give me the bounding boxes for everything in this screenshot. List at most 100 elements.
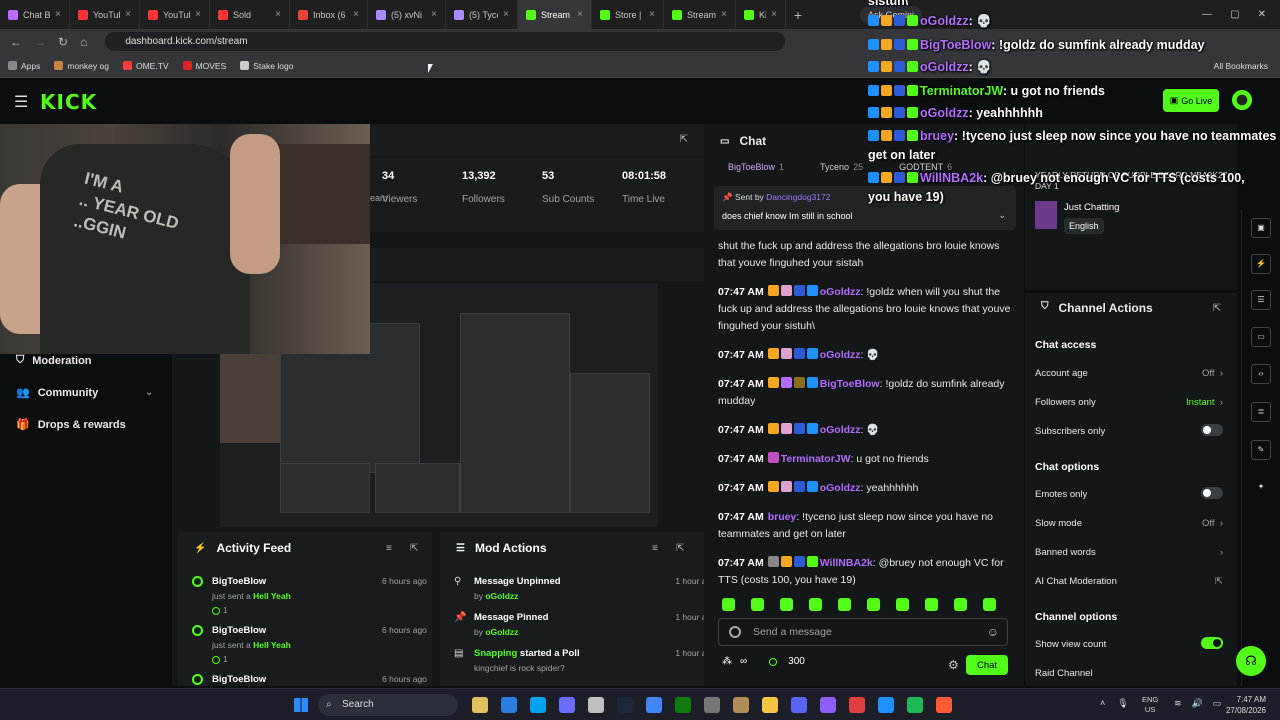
popout-icon[interactable]: ⇱	[410, 543, 418, 554]
close-icon[interactable]: ×	[721, 9, 727, 20]
bookmark-item[interactable]: monkey og	[54, 61, 109, 71]
microphone-icon[interactable]: 🎙	[1117, 698, 1128, 709]
taskbar-app-icon[interactable]	[907, 697, 923, 713]
emote-icon[interactable]	[954, 598, 967, 611]
sidebar-item-community[interactable]: 👥 Community	[16, 386, 98, 400]
message-username[interactable]: oGoldzz	[820, 349, 861, 361]
taskbar-app-icon[interactable]	[675, 697, 691, 713]
emote-icon[interactable]	[722, 598, 735, 611]
emote-icon[interactable]	[925, 598, 938, 611]
message-username[interactable]: TerminatorJW	[781, 453, 851, 465]
taskbar-app-icon[interactable]	[530, 697, 546, 713]
mod-action-actor[interactable]: oGoldzz	[485, 627, 518, 637]
filter-icon[interactable]: ≡	[386, 543, 392, 554]
emote-icon[interactable]	[867, 598, 880, 611]
message-username[interactable]: oGoldzz	[820, 482, 861, 494]
close-icon[interactable]: ×	[275, 9, 281, 20]
url-field[interactable]: dashboard.kick.com/stream	[105, 32, 786, 51]
chat-top-user[interactable]: BigToeBlow 1	[728, 162, 784, 172]
bookmark-item[interactable]: Stake logo	[240, 61, 293, 71]
taskbar-app-icon[interactable]	[501, 697, 517, 713]
popout-icon[interactable]: ⇱	[1213, 303, 1221, 314]
layout-icon[interactable]: ▣	[1251, 218, 1271, 238]
volume-icon[interactable]: 🔊	[1192, 698, 1203, 709]
subscribers-only-toggle[interactable]	[1201, 424, 1223, 436]
close-icon[interactable]: ×	[195, 9, 201, 20]
back-icon[interactable]: ←	[10, 35, 22, 49]
forward-icon[interactable]: →	[34, 35, 46, 49]
emote-icon[interactable]	[896, 598, 909, 611]
taskbar-app-icon[interactable]	[762, 697, 778, 713]
taskbar-app-icon[interactable]	[646, 697, 662, 713]
taskbar-app-icon[interactable]	[936, 697, 952, 713]
sent-by-user[interactable]: Dancingdog3172	[766, 192, 830, 202]
hamburger-menu-icon[interactable]: ☰	[14, 92, 40, 112]
followers-only-row[interactable]: Followers only Instant ›	[1035, 397, 1223, 408]
message-username[interactable]: BigToeBlow	[820, 378, 880, 390]
list-icon[interactable]: ☰	[1251, 290, 1271, 310]
taskbar-app-icon[interactable]	[617, 697, 633, 713]
bolt-icon[interactable]: ⚡	[1251, 254, 1271, 274]
reload-icon[interactable]: ↻	[58, 35, 68, 49]
raid-channel-row[interactable]: Raid Channel	[1035, 668, 1223, 679]
bookmark-item[interactable]: Apps	[8, 61, 40, 71]
emotes-only-toggle[interactable]	[1201, 487, 1223, 499]
chat-top-user[interactable]: Tyceno 25	[820, 162, 863, 172]
browser-tab[interactable]: Kick ×	[736, 0, 786, 29]
chevron-down-icon[interactable]: ⌄	[998, 210, 1006, 221]
wrench-icon[interactable]: ✎	[1251, 440, 1271, 460]
account-age-row[interactable]: Account age Off ›	[1035, 368, 1223, 379]
home-icon[interactable]: ⌂	[80, 35, 87, 49]
browser-tab[interactable]: YouTube ×	[140, 0, 210, 29]
emote-icon[interactable]	[838, 598, 851, 611]
clock[interactable]: 7:47 AM 27/08/2026	[1226, 694, 1266, 716]
chat-send-button[interactable]: Chat	[966, 655, 1008, 675]
browser-tab[interactable]: (5) xvNi ×	[368, 0, 446, 29]
taskbar-app-icon[interactable]	[559, 697, 575, 713]
message-username[interactable]: oGoldzz	[820, 286, 861, 298]
chat-input[interactable]: Send a message ☺	[718, 618, 1008, 646]
code-icon[interactable]: ‹›	[1251, 364, 1271, 384]
chat-bubble-icon[interactable]: ▭	[1251, 327, 1271, 347]
taskbar-search[interactable]: ⌕ Search	[318, 694, 458, 716]
sidebar-item-moderation[interactable]: ⛉ Moderation	[16, 354, 92, 367]
browser-tab[interactable]: YouTube ×	[70, 0, 140, 29]
kick-logo[interactable]: KICK	[40, 90, 97, 114]
points-icon[interactable]: ⁂	[722, 656, 732, 667]
new-tab-icon[interactable]: +	[786, 7, 810, 23]
emote-icon[interactable]	[809, 598, 822, 611]
close-icon[interactable]: ×	[577, 9, 583, 20]
smiley-icon[interactable]: ☺	[987, 619, 999, 645]
close-icon[interactable]: ×	[125, 9, 131, 20]
stack-icon[interactable]: ≣	[1251, 402, 1271, 422]
close-icon[interactable]: ×	[431, 9, 437, 20]
filter-icon[interactable]: ≡	[652, 543, 658, 554]
wifi-icon[interactable]: ≋	[1174, 698, 1182, 709]
taskbar-app-icon[interactable]	[878, 697, 894, 713]
message-username[interactable]: bruey	[768, 511, 797, 523]
input-language[interactable]: ENG US	[1142, 695, 1158, 715]
slow-mode-row[interactable]: Slow mode Off ›	[1035, 518, 1223, 529]
show-view-count-toggle[interactable]	[1201, 637, 1223, 649]
chevron-down-icon[interactable]: ⌄	[145, 387, 153, 398]
bookmark-item[interactable]: OME.TV	[122, 61, 169, 71]
taskbar-app-icon[interactable]	[791, 697, 807, 713]
close-icon[interactable]: ×	[353, 9, 359, 20]
sidebar-item-drops-rewards[interactable]: 🎁 Drops & rewards	[16, 418, 126, 432]
close-icon[interactable]: ×	[649, 9, 655, 20]
close-icon[interactable]: ×	[55, 9, 61, 20]
taskbar-app-icon[interactable]	[733, 697, 749, 713]
mod-action-user[interactable]: Snapping	[474, 648, 517, 659]
windows-start-icon[interactable]	[294, 698, 308, 712]
popout-icon[interactable]: ⇱	[680, 134, 688, 145]
taskbar-app-icon[interactable]	[820, 697, 836, 713]
browser-tab[interactable]: Inbox (6 ×	[290, 0, 368, 29]
emote-icon[interactable]	[751, 598, 764, 611]
popout-icon[interactable]: ⇱	[676, 543, 684, 554]
close-icon[interactable]: ×	[503, 9, 509, 20]
taskbar-app-icon[interactable]	[588, 697, 604, 713]
taskbar-app-icon[interactable]	[472, 697, 488, 713]
browser-tab[interactable]: Stream ×	[518, 0, 592, 29]
browser-tab[interactable]: Chat Bot ×	[0, 0, 70, 29]
browser-tab[interactable]: Stream ×	[664, 0, 736, 29]
